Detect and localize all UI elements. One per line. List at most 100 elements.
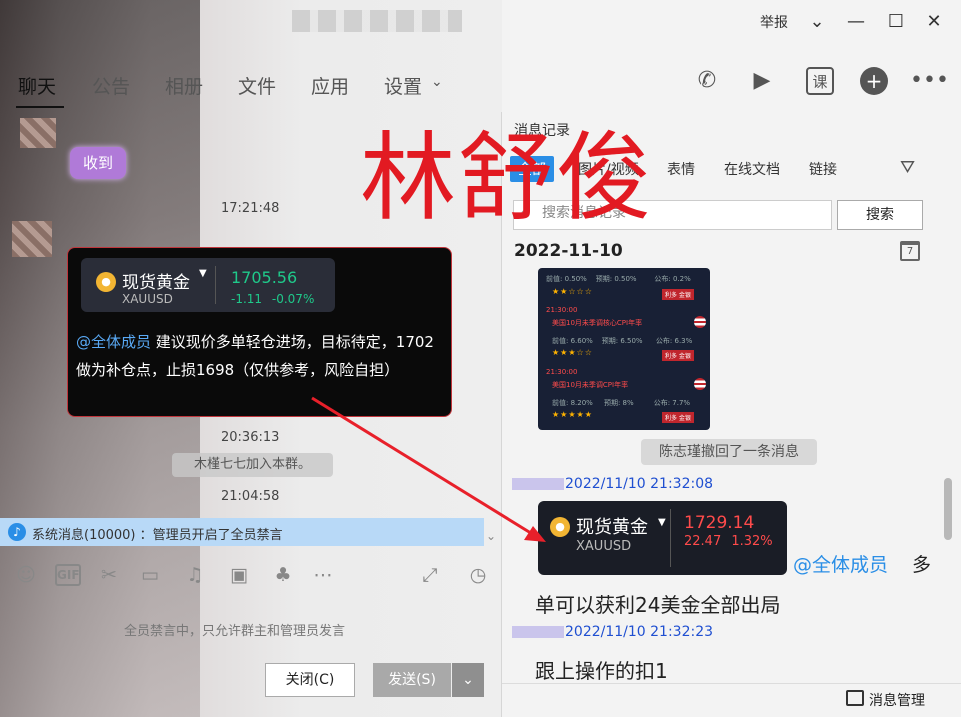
chevron-down-icon[interactable]: ⌄ xyxy=(431,74,443,90)
history-tab-stickers[interactable]: 表情 xyxy=(667,159,695,179)
gold-coin-icon: ● xyxy=(96,272,116,292)
tab-album[interactable]: 相册 xyxy=(165,72,203,99)
message-manager-button[interactable]: 消息管理 xyxy=(869,690,925,710)
scissors-icon[interactable]: ✂ xyxy=(96,562,122,588)
message-text: @全体成员 建议现价多单轻仓进场，目标待定，1702做为补仓点，止损1698（仅… xyxy=(76,328,448,384)
watermark-text: 林舒俊 xyxy=(360,122,654,234)
quote-code: XAUUSD xyxy=(122,292,173,306)
close-icon[interactable]: ✕ xyxy=(922,10,946,34)
system-bell-icon: ♪ xyxy=(8,523,26,541)
quote-divider xyxy=(670,509,671,567)
search-button[interactable]: 搜索 xyxy=(837,200,923,230)
calendar-prev-value: 前值: 8.20% xyxy=(552,399,593,407)
calendar-event-title: 美国10月未季调CPI年率 xyxy=(552,381,629,389)
send-options-chevron-icon[interactable]: ⌄ xyxy=(452,663,484,697)
quote-change-value: 22.47 xyxy=(684,534,722,549)
avatar[interactable] xyxy=(20,118,56,148)
date-header: 2022-11-10 xyxy=(514,241,623,261)
calendar-published-value: 公布: 7.7% xyxy=(653,399,691,407)
avatar[interactable] xyxy=(12,221,52,257)
timestamp: 17:21:48 xyxy=(221,201,280,216)
more-icon[interactable]: ⋯ xyxy=(310,562,336,588)
calendar-published-value: 公布: 6.3% xyxy=(655,337,693,345)
gold-quote-card[interactable]: ● 现货黄金 XAUUSD 1705.56 -1.11 -0.07% ▼ xyxy=(81,258,335,312)
quote-name: 现货黄金 xyxy=(122,273,190,293)
history-tab-links[interactable]: 链接 xyxy=(809,159,837,179)
filter-icon[interactable]: ⛛ xyxy=(900,157,915,178)
history-tab-docs[interactable]: 在线文档 xyxy=(724,159,780,179)
active-tab-indicator xyxy=(16,106,64,108)
mention-all[interactable]: @全体成员 xyxy=(76,333,151,351)
calendar-tag: 利多 金银 xyxy=(662,350,694,361)
quote-change-pct: -0.07% xyxy=(271,292,315,306)
calendar-expected-value: 预期: 8% xyxy=(603,399,634,407)
tab-announcement[interactable]: 公告 xyxy=(92,72,130,99)
calendar-published-value: 公布: 0.2% xyxy=(654,275,691,283)
timestamp: 20:36:13 xyxy=(221,430,280,445)
join-notice: 木槿七七加入本群。 xyxy=(172,453,333,477)
emoji-icon[interactable]: ☺ xyxy=(13,562,39,588)
quote-price: 1729.14 xyxy=(684,513,755,533)
chevron-down-icon[interactable]: ⌄ xyxy=(805,10,829,34)
title-bar: 举报 ⌄ — ☐ ✕ xyxy=(0,0,961,46)
history-timestamp: 2022/11/10 21:32:23 xyxy=(565,624,714,640)
recall-notice: 陈志瑾撤回了一条消息 xyxy=(641,439,817,465)
message-text: 多 xyxy=(912,554,932,576)
maximize-icon[interactable]: ☐ xyxy=(884,10,908,34)
tab-chat[interactable]: 聊天 xyxy=(18,72,56,99)
calendar-icon[interactable]: 7 xyxy=(900,241,920,261)
course-icon[interactable]: 课 xyxy=(806,67,834,95)
importance-stars: ★★☆☆☆ xyxy=(552,287,593,296)
gold-quote-card[interactable]: ● 现货黄金 XAUUSD ▼ 1729.14 22.47 1.32% xyxy=(538,501,787,575)
calendar-row-text: 前值: 6.60% 预期: 6.50% 公布: 6.3% xyxy=(552,336,692,346)
quote-change-pct: 1.32% xyxy=(731,534,773,549)
us-flag-icon xyxy=(694,316,706,328)
tab-settings[interactable]: 设置 xyxy=(384,72,422,99)
calendar-prev-value: 前值: 0.50% xyxy=(546,275,587,283)
quote-name: 现货黄金 xyxy=(576,517,648,538)
dropdown-caret-icon: ▼ xyxy=(199,268,207,279)
importance-stars: ★★★★★ xyxy=(552,410,593,419)
message-text: 跟上操作的扣1 xyxy=(535,659,668,683)
gif-icon[interactable]: GIF xyxy=(55,564,81,586)
expand-icon[interactable]: ⤢ xyxy=(417,562,443,588)
calendar-time: 21:30:00 xyxy=(546,368,578,376)
message-text: 单可以获利24美金全部出局 xyxy=(535,593,781,617)
footer-divider xyxy=(502,683,961,684)
calendar-time: 21:30:00 xyxy=(546,306,578,314)
mention-all[interactable]: @全体成员 xyxy=(793,550,888,577)
tab-apps[interactable]: 应用 xyxy=(311,72,349,99)
group-title-blurred xyxy=(292,10,462,32)
more-icon[interactable]: ••• xyxy=(910,66,949,96)
sender-name-blurred xyxy=(512,478,564,490)
music-icon[interactable]: ♫ xyxy=(182,562,208,588)
send-button[interactable]: 发送(S) xyxy=(373,663,451,697)
calendar-prev-value: 前值: 6.60% xyxy=(552,337,593,345)
report-button[interactable]: 举报 xyxy=(760,12,788,32)
history-clock-icon[interactable]: ◷ xyxy=(465,562,491,588)
history-scrollbar[interactable] xyxy=(944,478,952,540)
calendar-tag: 利多 金银 xyxy=(662,412,694,423)
voice-call-icon[interactable]: ✆ xyxy=(692,66,722,96)
trade-message-bubble[interactable]: ● 现货黄金 XAUUSD 1705.56 -1.11 -0.07% ▼ @全体… xyxy=(67,247,452,417)
add-icon[interactable]: + xyxy=(860,67,888,95)
chevron-down-icon[interactable]: ⌄ xyxy=(486,529,496,543)
bell-icon[interactable]: ♣ xyxy=(270,562,296,588)
folder-icon[interactable]: ▭ xyxy=(137,562,163,588)
calendar-expected-value: 预期: 0.50% xyxy=(595,275,637,283)
image-icon[interactable]: ▣ xyxy=(226,562,252,588)
quote-code: XAUUSD xyxy=(576,539,632,554)
calendar-event-title: 美国10月未季调核心CPI年率 xyxy=(552,319,643,327)
quote-change-value: -1.11 xyxy=(231,292,263,306)
system-notice-text: 系统消息(10000) ：管理员开启了全员禁言 xyxy=(32,528,283,543)
tab-files[interactable]: 文件 xyxy=(238,72,276,99)
sender-name-blurred xyxy=(512,626,564,638)
close-button[interactable]: 关闭(C) xyxy=(265,663,355,697)
muted-hint: 全员禁言中，只允许群主和管理员发言 xyxy=(124,624,346,639)
economic-calendar-image[interactable]: 前值: 0.50% 预期: 0.50% 公布: 0.2% ★★☆☆☆ 利多 金银… xyxy=(538,268,710,430)
video-call-icon[interactable]: ▶ xyxy=(747,66,777,96)
calendar-tag: 利多 金银 xyxy=(662,289,694,300)
minimize-icon[interactable]: — xyxy=(844,10,868,34)
calendar-expected-value: 预期: 6.50% xyxy=(601,337,643,345)
dropdown-caret-icon: ▼ xyxy=(658,517,666,528)
